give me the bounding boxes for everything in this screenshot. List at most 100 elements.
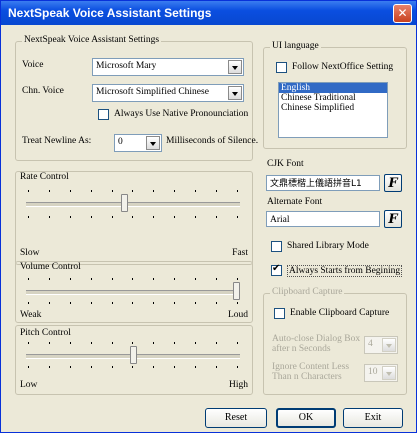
volume-ticks-top bbox=[28, 278, 238, 280]
chevron-down-icon[interactable] bbox=[382, 366, 396, 380]
chevron-down-icon[interactable] bbox=[146, 136, 160, 150]
tick-mark bbox=[48, 216, 50, 218]
volume-group: Volume Control Weak Loud bbox=[15, 261, 253, 323]
tick-mark bbox=[90, 190, 92, 192]
reset-button[interactable]: Reset bbox=[205, 408, 267, 428]
volume-min-label: Weak bbox=[20, 310, 42, 320]
tick-mark bbox=[48, 190, 50, 192]
shared-library-checkbox[interactable] bbox=[271, 241, 282, 252]
pitch-slider-thumb[interactable] bbox=[129, 346, 137, 364]
ui-language-option[interactable]: Chinese Traditional bbox=[279, 93, 387, 103]
tick-mark bbox=[90, 342, 92, 344]
tick-mark bbox=[236, 366, 238, 368]
always-start-checkbox[interactable] bbox=[271, 263, 282, 276]
chevron-down-icon[interactable] bbox=[228, 86, 242, 100]
ignore-value: 10 bbox=[368, 367, 378, 377]
tick-mark bbox=[195, 366, 197, 368]
tick-mark bbox=[195, 342, 197, 344]
rate-slider-thumb[interactable] bbox=[121, 194, 129, 212]
close-button[interactable]: ✕ bbox=[393, 4, 412, 23]
tick-mark bbox=[236, 278, 238, 280]
rate-max-label: Fast bbox=[232, 248, 248, 258]
rate-min-label: Slow bbox=[20, 248, 40, 258]
tick-mark bbox=[90, 366, 92, 368]
follow-setting-checkbox[interactable] bbox=[276, 62, 287, 73]
tick-mark bbox=[132, 366, 134, 368]
tick-mark bbox=[69, 216, 71, 218]
chevron-down-icon[interactable] bbox=[382, 338, 396, 352]
tick-mark bbox=[216, 366, 218, 368]
tick-mark bbox=[48, 302, 50, 304]
tick-mark bbox=[90, 216, 92, 218]
tick-mark bbox=[195, 190, 197, 192]
tick-mark bbox=[216, 190, 218, 192]
voice-label: Voice bbox=[22, 60, 44, 70]
tick-mark bbox=[111, 216, 113, 218]
ui-language-group: UI language Follow NextOffice Setting En… bbox=[263, 41, 407, 149]
tick-mark bbox=[132, 342, 134, 344]
voice-settings-group: NextSpeak Voice Assistant Settings Voice… bbox=[15, 35, 258, 161]
tick-mark bbox=[132, 216, 134, 218]
voice-value: Microsoft Mary bbox=[96, 61, 157, 71]
follow-setting-label: Follow NextOffice Setting bbox=[292, 62, 394, 72]
ui-language-list[interactable]: English Chinese Traditional Chinese Simpli… bbox=[278, 82, 388, 138]
native-pron-checkbox[interactable] bbox=[98, 109, 109, 120]
cjk-font-field[interactable]: 文鼎標楷上儀語拼音L1 bbox=[266, 175, 380, 191]
tick-mark bbox=[195, 278, 197, 280]
autoclose-value: 4 bbox=[368, 339, 373, 349]
rate-ticks-bottom bbox=[28, 216, 238, 218]
tick-mark bbox=[132, 278, 134, 280]
rate-track[interactable] bbox=[26, 202, 240, 207]
exit-button[interactable]: Exit bbox=[343, 408, 403, 428]
clipboard-title: Clipboard Capture bbox=[270, 287, 345, 297]
shared-library-label: Shared Library Mode bbox=[287, 241, 369, 251]
ui-language-option[interactable]: Chinese Simplified bbox=[279, 103, 387, 113]
alternate-font-button[interactable]: F bbox=[384, 210, 402, 228]
cjk-font-button[interactable]: F bbox=[384, 174, 402, 192]
tick-mark bbox=[236, 216, 238, 218]
enable-clipboard-checkbox[interactable] bbox=[274, 308, 285, 319]
tick-mark bbox=[111, 302, 113, 304]
tick-mark bbox=[69, 302, 71, 304]
title-bar[interactable]: NextSpeak Voice Assistant Settings ✕ bbox=[1, 1, 416, 25]
tick-mark bbox=[153, 366, 155, 368]
tick-mark bbox=[132, 190, 134, 192]
chn-voice-select[interactable]: Microsoft Simplified Chinese bbox=[92, 84, 244, 102]
tick-mark bbox=[111, 366, 113, 368]
rate-group: Rate Control Slow Fast bbox=[15, 171, 253, 265]
voice-settings-title: NextSpeak Voice Assistant Settings bbox=[22, 35, 162, 45]
pitch-ticks-bottom bbox=[28, 366, 238, 368]
chevron-down-icon[interactable] bbox=[228, 60, 242, 74]
tick-mark bbox=[28, 342, 29, 344]
tick-mark bbox=[174, 366, 176, 368]
newline-value: 0 bbox=[118, 137, 123, 147]
volume-ticks-bottom bbox=[28, 302, 238, 304]
clipboard-group: Clipboard Capture Enable Clipboard Captu… bbox=[263, 287, 407, 395]
ok-button[interactable]: OK bbox=[276, 408, 336, 428]
tick-mark bbox=[132, 302, 134, 304]
volume-track[interactable] bbox=[26, 290, 240, 295]
tick-mark bbox=[153, 342, 155, 344]
always-start-label: Always Starts from Begining bbox=[287, 265, 403, 277]
tick-mark bbox=[174, 278, 176, 280]
pitch-min-label: Low bbox=[20, 380, 38, 390]
alternate-font-field[interactable]: Arial bbox=[266, 211, 380, 227]
tick-mark bbox=[69, 278, 71, 280]
newline-select[interactable]: 0 bbox=[114, 134, 162, 152]
cjk-font-label: CJK Font bbox=[267, 159, 304, 169]
pitch-max-label: High bbox=[229, 380, 248, 390]
tick-mark bbox=[153, 278, 155, 280]
autoclose-select[interactable]: 4 bbox=[364, 336, 398, 354]
ignore-select[interactable]: 10 bbox=[364, 364, 398, 382]
newline-suffix: Milliseconds of Silence. bbox=[166, 136, 259, 146]
volume-slider-thumb[interactable] bbox=[233, 282, 240, 300]
tick-mark bbox=[28, 302, 29, 304]
voice-select[interactable]: Microsoft Mary bbox=[92, 58, 244, 76]
rate-ticks-top bbox=[28, 190, 238, 192]
tick-mark bbox=[195, 216, 197, 218]
tick-mark bbox=[216, 278, 218, 280]
tick-mark bbox=[90, 278, 92, 280]
tick-mark bbox=[48, 278, 50, 280]
tick-mark bbox=[111, 190, 113, 192]
ui-language-option[interactable]: English bbox=[279, 83, 387, 93]
